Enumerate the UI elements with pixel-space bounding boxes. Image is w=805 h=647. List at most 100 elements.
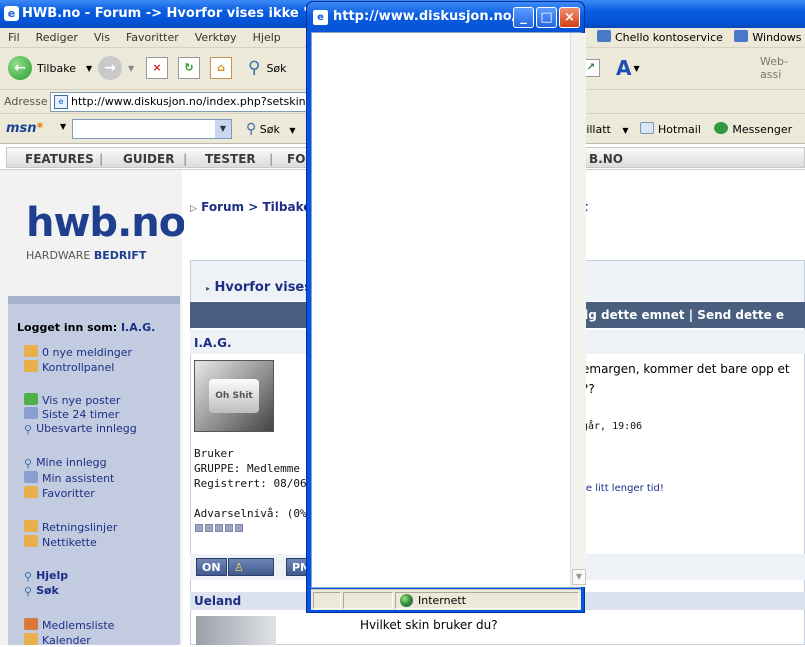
stop-button[interactable]: × <box>146 54 168 82</box>
chevron-down-icon[interactable]: ▼ <box>60 122 66 131</box>
close-button[interactable]: × <box>559 7 580 28</box>
sidebar-username[interactable]: I.A.G. <box>121 321 155 334</box>
sidebar-unanswered[interactable]: ⚲ Ubesvarte innlegg <box>24 422 137 436</box>
popup-status-bar: Internett <box>311 589 581 610</box>
search-button[interactable]: ⚲ Søk <box>248 54 287 82</box>
sidebar-favorites[interactable]: Favoritter <box>24 486 95 500</box>
folder-icon <box>24 360 38 372</box>
stop-icon: × <box>146 57 168 79</box>
sidebar-netiquette[interactable]: Nettikette <box>24 535 97 549</box>
triangle-icon: ▷ <box>190 204 197 214</box>
link-chello[interactable]: Chello kontoservice <box>615 31 723 44</box>
folder-icon <box>24 345 38 357</box>
card-button[interactable]: ♙ CARD <box>228 558 275 592</box>
sidebar-new-messages[interactable]: 0 nye meldinger <box>24 345 132 359</box>
sidebar-search[interactable]: ⚲ Søk <box>24 584 59 598</box>
post-date: går, 19:06 <box>582 421 643 432</box>
envelope-icon <box>24 393 38 405</box>
menu-tools[interactable]: Verktøy <box>187 28 245 47</box>
msn-search-input[interactable]: ▼ <box>72 119 232 139</box>
refresh-icon: ↻ <box>178 57 200 79</box>
folder-icon <box>24 535 38 547</box>
triangle-icon: ▸ <box>206 284 211 293</box>
menu-edit[interactable]: Rediger <box>28 28 86 47</box>
ie-page-icon: e <box>4 6 19 21</box>
nav-tester[interactable]: TESTER <box>205 152 256 166</box>
back-button[interactable]: ← Tilbake ▼ <box>8 54 92 82</box>
menu-favorites[interactable]: Favoritter <box>118 28 187 47</box>
chevron-down-icon: ▼ <box>633 63 640 73</box>
home-button[interactable]: ⌂ <box>210 54 232 82</box>
address-label: Adresse <box>4 95 48 108</box>
online-status-button[interactable]: ON <box>196 558 227 576</box>
popup-scrollbar[interactable]: ▼ <box>570 33 586 587</box>
sidebar-my-assistant[interactable]: Min assistent <box>24 471 114 485</box>
topic-title: ▸ Hvorfor vises <box>206 280 312 295</box>
logged-in-as: Logget inn som: I.A.G. <box>17 321 156 334</box>
forward-button[interactable]: → ▼ <box>98 54 134 82</box>
breadcrumb-back[interactable]: Tilbake <box>262 200 311 214</box>
msn-logo: msn* <box>6 121 44 136</box>
popup-window[interactable]: e http://www.diskusjon.no/... _ □ × ▼ In… <box>306 1 586 613</box>
post2-author[interactable]: Ueland <box>194 594 241 608</box>
breadcrumb: ▷ Forum > Tilbake <box>190 200 312 214</box>
font-size-button[interactable]: A ▼ <box>616 54 640 82</box>
status-cell <box>343 592 393 609</box>
mail-icon <box>640 122 655 134</box>
minimize-button[interactable]: _ <box>513 7 534 28</box>
sidebar-last-24h[interactable]: Siste 24 timer <box>24 407 119 421</box>
user-icon: ♙ <box>234 561 244 574</box>
post2-avatar <box>196 616 276 645</box>
nav-hwb[interactable]: B.NO <box>589 152 623 166</box>
search-icon: ⚲ <box>248 58 261 78</box>
link-page-icon <box>734 30 749 42</box>
sidebar-memberlist[interactable]: Medlemsliste <box>24 618 114 632</box>
status-cell <box>313 592 341 609</box>
forward-arrow-icon: → <box>98 56 122 80</box>
post-author[interactable]: I.A.G. <box>194 336 232 350</box>
popup-title-bar[interactable]: e http://www.diskusjon.no/... _ □ × <box>307 2 584 32</box>
window-icon <box>24 471 38 483</box>
msn-search-button[interactable]: ⚲ Søk ▼ <box>246 121 296 137</box>
popup-blocker-label[interactable]: tillatt <box>582 123 611 136</box>
chevron-down-icon[interactable]: ▼ <box>622 126 628 135</box>
sidebar-help[interactable]: ⚲ Hjelp <box>24 569 68 583</box>
folder-icon <box>24 486 38 498</box>
search-icon: ⚲ <box>24 423 33 436</box>
folder-icon <box>24 633 38 645</box>
warning-level: Advarselnivå: (0%) <box>194 507 314 520</box>
nav-features[interactable]: FEATURES <box>25 152 94 166</box>
chevron-down-icon[interactable]: ▼ <box>86 64 92 73</box>
back-arrow-icon: ← <box>8 56 32 80</box>
breadcrumb-forum[interactable]: Forum <box>201 200 244 214</box>
address-input[interactable]: e http://www.diskusjon.no/index.php?sets… <box>50 92 320 112</box>
user-role: Bruker <box>194 447 234 460</box>
help-icon: ⚲ <box>24 570 33 583</box>
hotmail-link[interactable]: Hotmail <box>658 123 701 136</box>
user-group: GRUPPE: Medlemme <box>194 462 300 475</box>
nav-guider[interactable]: GUIDER <box>123 152 174 166</box>
chevron-down-icon: ▼ <box>128 63 135 73</box>
ie-page-icon: e <box>313 10 328 25</box>
menu-help[interactable]: Hjelp <box>245 28 289 47</box>
site-logo[interactable]: hwb.no <box>26 200 186 246</box>
search-icon: ⚲ <box>246 121 257 137</box>
menu-file[interactable]: Fil <box>0 28 28 47</box>
sidebar-new-posts[interactable]: Vis nye poster <box>24 393 120 407</box>
refresh-button[interactable]: ↻ <box>178 54 200 82</box>
sidebar-my-posts[interactable]: ⚲ Mine innlegg <box>24 456 107 470</box>
scroll-down-arrow[interactable]: ▼ <box>572 569 586 585</box>
sidebar-guidelines[interactable]: Retningslinjer <box>24 520 117 534</box>
page-icon: e <box>54 95 68 109</box>
post2-body: Hvilket skin bruker du? <box>360 618 498 632</box>
sidebar-control-panel[interactable]: Kontrollpanel <box>24 360 114 374</box>
chevron-down-icon[interactable]: ▼ <box>215 120 231 138</box>
search-icon: ⚲ <box>24 585 33 598</box>
link-web-assistant[interactable]: Web-assi <box>760 54 805 82</box>
link-windows-media[interactable]: Windows Media <box>752 31 805 44</box>
maximize-button[interactable]: □ <box>536 7 557 28</box>
address-url: http://www.diskusjon.no/index.php?setski… <box>71 95 320 108</box>
messenger-link[interactable]: Messenger <box>732 123 792 136</box>
menu-view[interactable]: Vis <box>86 28 118 47</box>
members-icon <box>24 618 38 630</box>
